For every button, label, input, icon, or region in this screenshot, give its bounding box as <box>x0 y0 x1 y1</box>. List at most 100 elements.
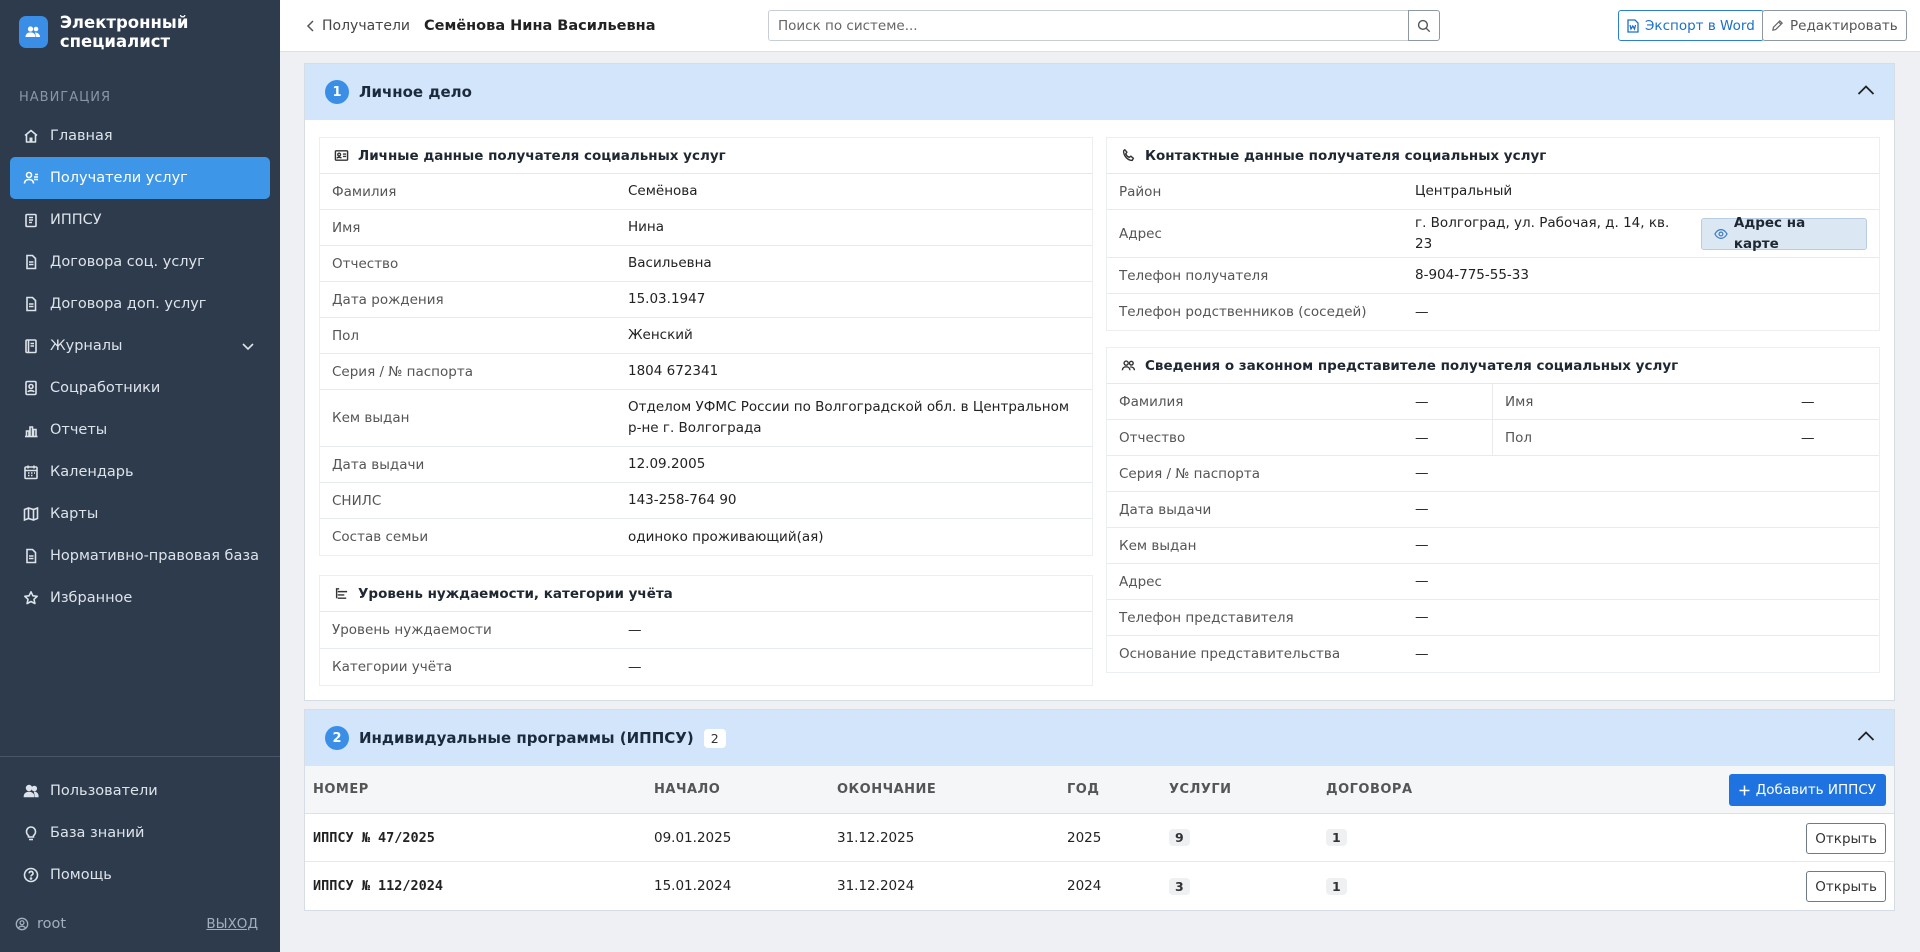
field-value: одиноко проживающий(ая) <box>628 528 824 545</box>
contracts-count: 1 <box>1326 829 1347 846</box>
nav-item-legal-base[interactable]: Нормативно-правовая база <box>10 535 270 577</box>
field-value: — <box>1801 429 1815 446</box>
search-box <box>768 10 1440 41</box>
field-label: Телефон родственников (соседей) <box>1119 304 1367 320</box>
add-ippsu-button[interactable]: Добавить ИППСУ <box>1728 774 1886 806</box>
edit-button[interactable]: Редактировать <box>1762 10 1907 41</box>
field-label: Пол <box>332 327 360 344</box>
nav-item-ippsu[interactable]: ИППСУ <box>10 199 270 241</box>
field-value: — <box>628 658 642 675</box>
nav-item-knowledge-base[interactable]: База знаний <box>10 812 270 854</box>
services-count: 3 <box>1169 877 1190 895</box>
open-button[interactable]: Открыть <box>1806 823 1886 854</box>
column-header: НОМЕР <box>313 782 369 797</box>
field-value: — <box>1415 465 1429 481</box>
brand[interactable]: Электронный специалист <box>0 0 280 64</box>
document-icon <box>26 254 37 270</box>
card-title-text: Сведения о законном представителе получа… <box>1145 357 1679 374</box>
chevron-up-icon[interactable] <box>1857 730 1875 742</box>
nav-item-favorites[interactable]: Избранное <box>10 577 270 619</box>
users-icon <box>23 171 38 184</box>
nav-item-label: ИППСУ <box>50 212 102 228</box>
column-header: ДОГОВОРА <box>1326 782 1413 797</box>
search-button[interactable] <box>1408 10 1440 41</box>
field-value: Васильевна <box>628 255 712 271</box>
topbar: Получатели Семёнова Нина Васильевна Эксп… <box>280 0 1920 52</box>
field-row: СНИЛС 143-258-764 90 <box>320 483 1092 519</box>
sidebar-footer: Пользователи База знаний Помощь root ВЫХ… <box>0 756 280 952</box>
sidebar: Электронный специалист НАВИГАЦИЯ Главная… <box>0 0 280 952</box>
field-label: Адрес <box>1119 225 1162 242</box>
field-value: Центральный <box>1415 183 1513 199</box>
field-value: — <box>1415 573 1429 589</box>
table-row[interactable]: ИППСУ № 112/2024 15.01.2024 31.12.2024 2… <box>305 862 1894 910</box>
personal-file-header[interactable]: 1 Личное дело <box>305 64 1894 120</box>
table-row[interactable]: ИППСУ № 47/2025 09.01.2025 31.12.2025 20… <box>305 814 1894 862</box>
field-cell: Пол — <box>1493 420 1879 455</box>
field-value: — <box>1415 429 1429 446</box>
nav-item-extra-contracts[interactable]: Договора доп. услуг <box>10 283 270 325</box>
search-input[interactable] <box>768 10 1408 41</box>
field-value: — <box>1415 609 1429 625</box>
show-on-map-button[interactable]: Адрес на карте <box>1700 215 1867 252</box>
logout-link[interactable]: ВЫХОД <box>206 916 258 932</box>
panel-title: Личное дело <box>359 83 472 101</box>
nav-item-label: Карты <box>50 506 99 522</box>
chevron-up-icon[interactable] <box>1857 84 1875 96</box>
field-value: — <box>1415 501 1429 517</box>
nav-item-journals[interactable]: Журналы <box>10 325 270 367</box>
field-value: 1804 672341 <box>628 363 719 379</box>
eye-icon <box>1714 228 1728 239</box>
add-ippsu-label: Добавить ИППСУ <box>1755 782 1876 798</box>
field-label: Кем выдан <box>1119 537 1197 554</box>
badge-icon <box>25 380 37 396</box>
year: 2025 <box>1067 829 1102 846</box>
ippsu-number: ИППСУ № 112/2024 <box>313 878 444 894</box>
field-value: Женский <box>628 327 693 343</box>
field-row: Категории учёта — <box>320 649 1092 685</box>
user-avatar-icon <box>15 917 29 931</box>
field-row: Дата выдачи 12.09.2005 <box>320 447 1092 483</box>
nav-item-reports[interactable]: Отчеты <box>10 409 270 451</box>
year: 2024 <box>1067 878 1102 894</box>
nav-item-label: Договора доп. услуг <box>50 296 207 312</box>
nav-item-users[interactable]: Пользователи <box>10 770 270 812</box>
chevron-left-icon <box>306 20 314 32</box>
map-icon <box>23 506 39 522</box>
nav-item-maps[interactable]: Карты <box>10 493 270 535</box>
column-header: НАЧАЛО <box>654 782 721 797</box>
field-label: Серия / № паспорта <box>1119 465 1260 482</box>
field-label: Уровень нуждаемости <box>332 622 492 638</box>
step-badge: 2 <box>325 726 349 750</box>
phone-icon <box>1122 148 1135 162</box>
current-user: root <box>37 916 67 932</box>
start-date: 15.01.2024 <box>654 878 732 894</box>
breadcrumb-back-link[interactable]: Получатели <box>306 18 410 34</box>
card-title: Личные данные получателя социальных услу… <box>320 138 1092 174</box>
nav-item-social-workers[interactable]: Соцработники <box>10 367 270 409</box>
field-row: Район Центральный <box>1107 174 1879 210</box>
open-button[interactable]: Открыть <box>1806 871 1886 902</box>
panel-title: Индивидуальные программы (ИППСУ) <box>359 729 694 747</box>
nav-item-label: Соцработники <box>50 380 161 396</box>
table-header: НОМЕР НАЧАЛО ОКОНЧАНИЕ ГОД УСЛУГИ ДОГОВО… <box>305 766 1894 814</box>
nav-item-home[interactable]: Главная <box>10 115 270 157</box>
nav-item-calendar[interactable]: Календарь <box>10 451 270 493</box>
breadcrumb-back-label: Получатели <box>322 18 410 34</box>
home-icon <box>24 129 38 143</box>
card-title-text: Уровень нуждаемости, категории учёта <box>358 585 673 602</box>
field-label: Дата рождения <box>332 291 444 308</box>
card-title: Контактные данные получателя социальных … <box>1107 138 1879 174</box>
card-title: Уровень нуждаемости, категории учёта <box>320 576 1092 612</box>
ippsu-header[interactable]: 2 Индивидуальные программы (ИППСУ) 2 <box>305 710 1894 766</box>
field-label: Фамилия <box>1119 393 1184 410</box>
nav-item-help[interactable]: Помощь <box>10 854 270 896</box>
nav-item-label: База знаний <box>50 825 145 841</box>
nav-item-recipients[interactable]: Получатели услуг <box>10 157 270 199</box>
nav-item-social-contracts[interactable]: Договора соц. услуг <box>10 241 270 283</box>
field-row: Отчество Васильевна <box>320 246 1092 282</box>
field-cell: Отчество — <box>1107 420 1493 455</box>
field-label: Дата выдачи <box>1119 501 1212 518</box>
export-word-button[interactable]: Экспорт в Word <box>1618 10 1764 41</box>
field-value: — <box>1415 303 1429 320</box>
